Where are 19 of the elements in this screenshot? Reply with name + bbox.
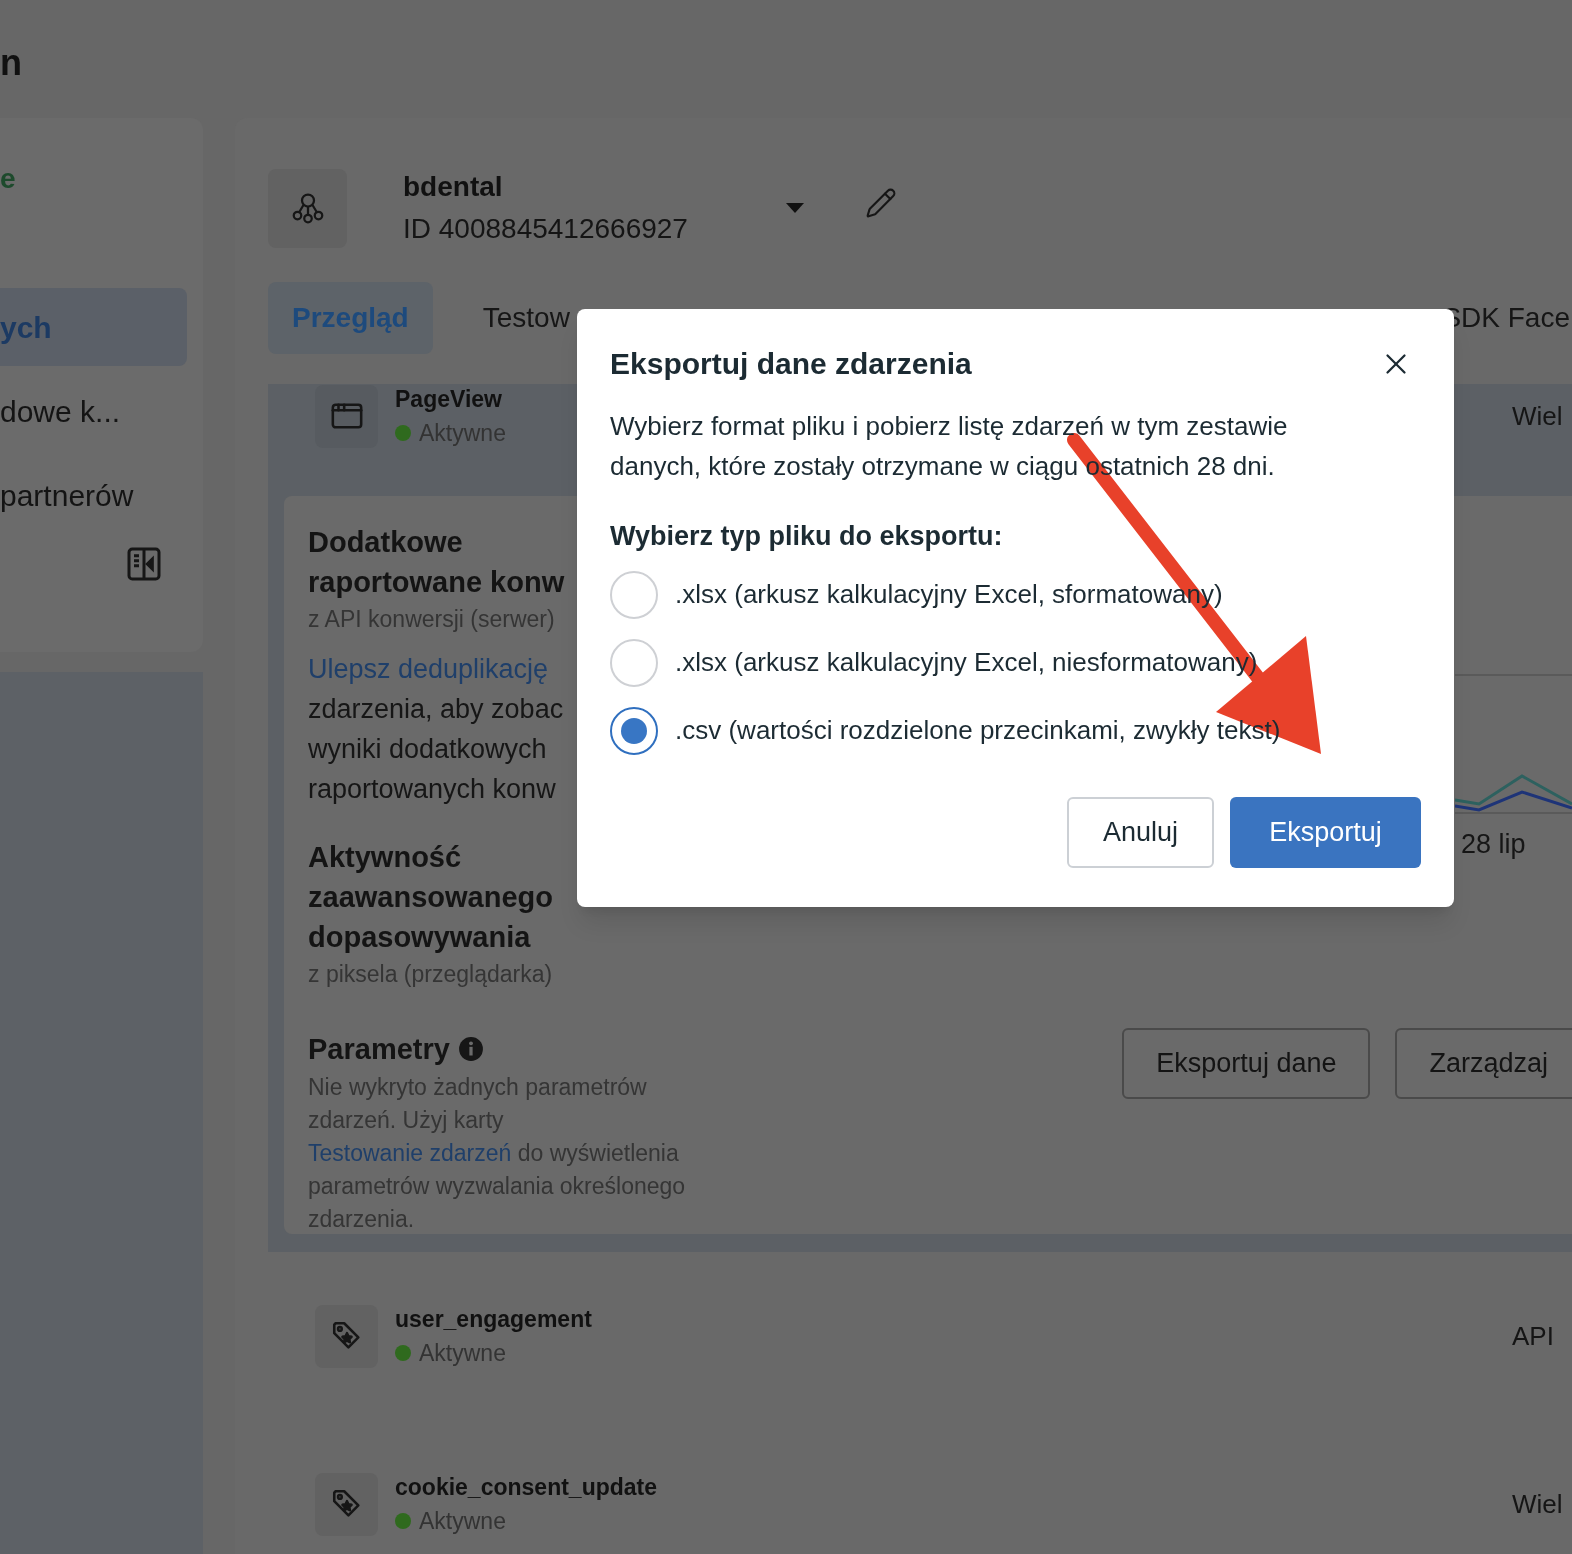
axis-label: 28 lip: [1461, 828, 1527, 861]
dataset-id: ID 4008845412666927: [403, 212, 689, 246]
section-title: dopasowywania: [308, 920, 532, 955]
event-source: Wiel: [1512, 399, 1564, 433]
section-title: Aktywność: [308, 840, 463, 875]
section-title: Dodatkowe: [308, 525, 464, 560]
page-title: n: [0, 42, 22, 83]
section-title: raportowane konw: [308, 565, 566, 600]
dialog-prompt: Wybierz typ pliku do eksportu:: [610, 520, 1004, 553]
sidebar-heading: e: [0, 162, 17, 196]
event-source: API: [1512, 1319, 1555, 1353]
event-source: Wiel: [1512, 1487, 1564, 1521]
dataset-name: bdental: [403, 170, 504, 204]
section-text: wyniki dodatkowych: [308, 733, 548, 766]
section-text: raportowanych konw: [308, 773, 557, 806]
parameters-title: Parametry: [308, 1031, 450, 1067]
section-text: zdarzenia, aby zobac: [308, 693, 565, 726]
section-title: zaawansowanego: [308, 880, 554, 915]
dialog-title: Eksportuj dane zdarzenia: [610, 346, 972, 382]
